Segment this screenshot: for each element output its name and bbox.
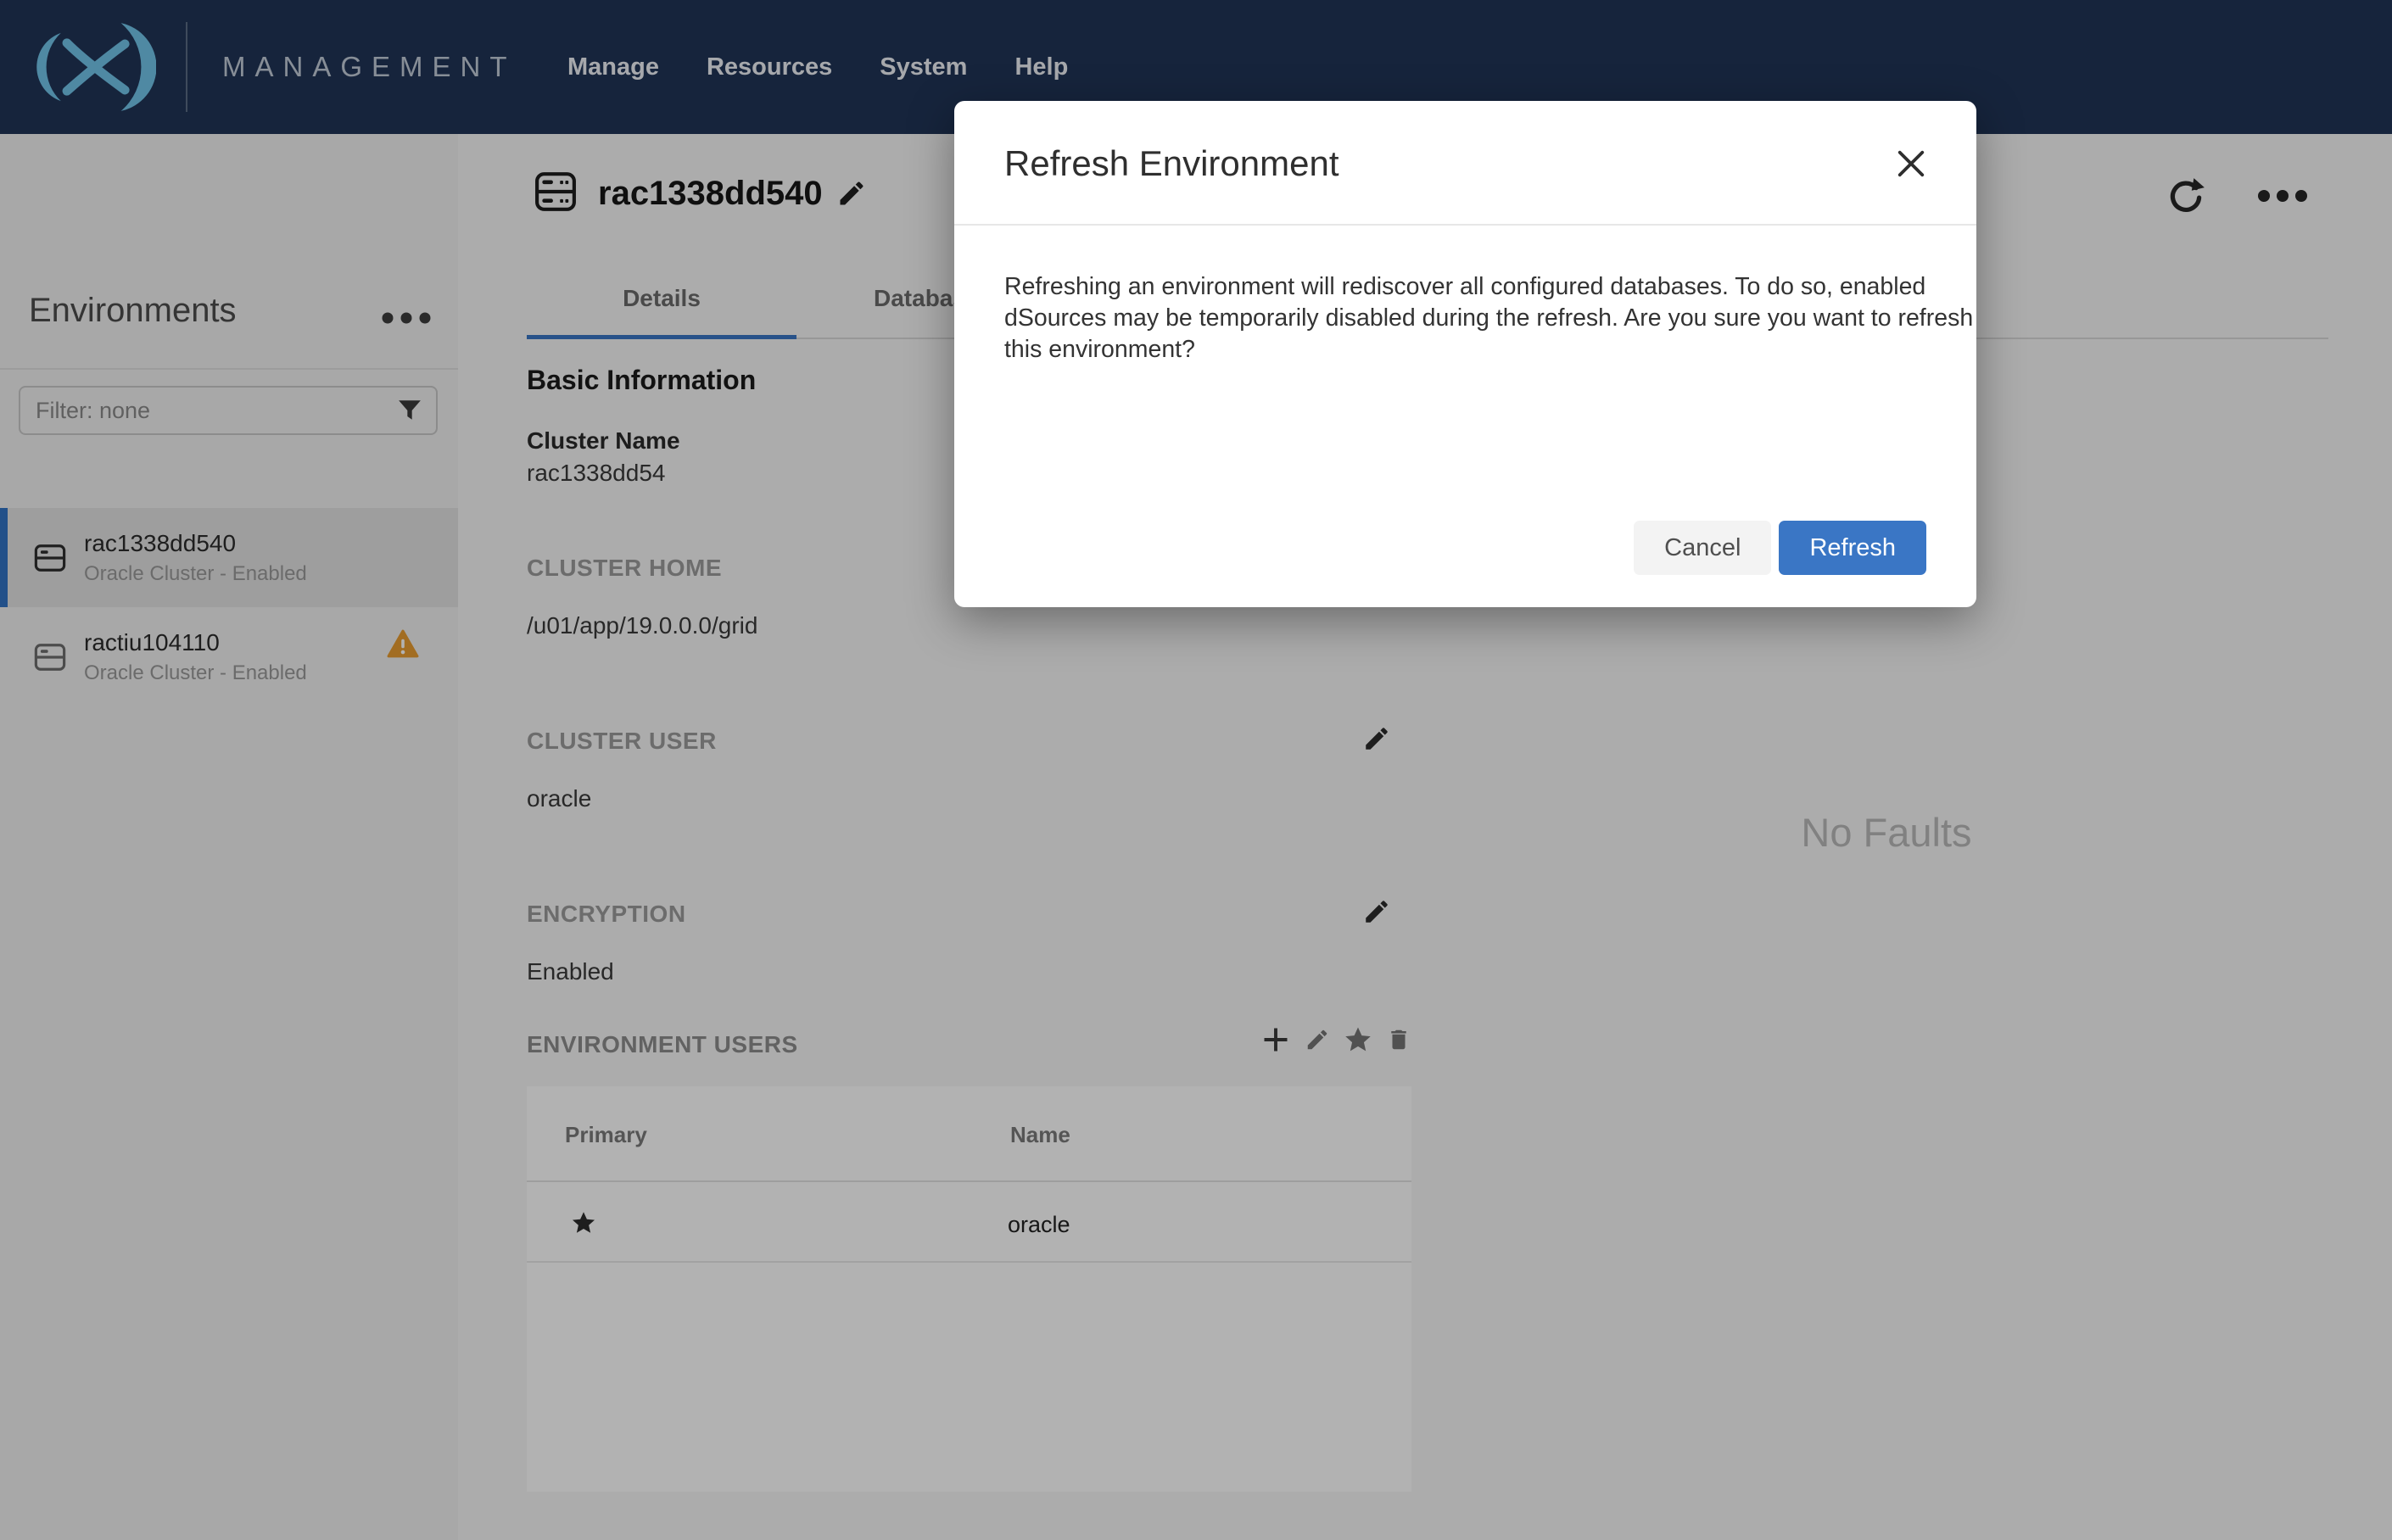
- dialog-message: Refreshing an environment will rediscove…: [1004, 273, 1974, 363]
- refresh-button[interactable]: Refresh: [1779, 521, 1926, 575]
- dialog-title: Refresh Environment: [1004, 143, 1339, 183]
- close-icon[interactable]: [1893, 146, 1929, 181]
- refresh-environment-dialog: Refresh Environment Refreshing an enviro…: [954, 101, 1976, 607]
- dialog-header: Refresh Environment: [954, 101, 1976, 226]
- app-screen: MANAGEMENT Manage Resources System Help …: [0, 0, 2392, 1540]
- dialog-footer: Cancel Refresh: [1634, 521, 1926, 575]
- cancel-button[interactable]: Cancel: [1634, 521, 1772, 575]
